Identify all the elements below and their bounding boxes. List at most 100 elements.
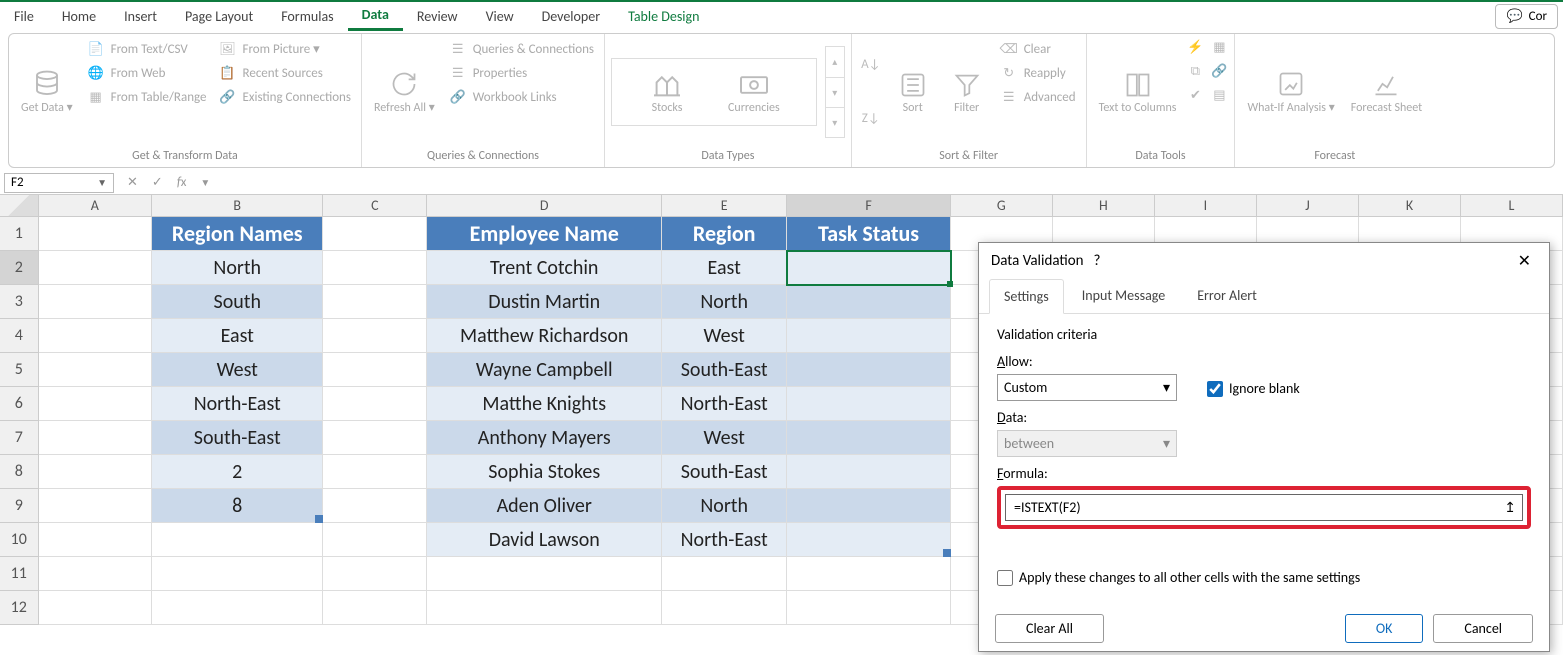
name-box-dropdown-icon[interactable]: ▼	[97, 176, 107, 189]
col-header-D[interactable]: D	[427, 195, 662, 216]
cell-E1[interactable]: Region	[662, 217, 787, 251]
cell-F11[interactable]	[787, 557, 951, 591]
col-header-H[interactable]: H	[1053, 195, 1155, 216]
cell-E2[interactable]: East	[662, 251, 787, 285]
sort-az-button[interactable]: A↓	[858, 53, 884, 75]
cell-F4[interactable]	[787, 319, 951, 353]
cell-A12[interactable]	[39, 591, 153, 625]
cell-D10[interactable]: David Lawson	[427, 523, 662, 557]
cell-C12[interactable]	[323, 591, 427, 625]
fx-dropdown-icon[interactable]: ▼	[197, 176, 213, 189]
cell-B5[interactable]: West	[152, 353, 323, 387]
cell-F10[interactable]	[787, 523, 951, 557]
collapse-dialog-icon[interactable]: ↥	[1504, 499, 1516, 516]
from-picture-button[interactable]: 🖼From Picture ▾	[215, 38, 355, 60]
cell-E10[interactable]: North-East	[662, 523, 787, 557]
recent-sources-button[interactable]: 📋Recent Sources	[215, 62, 355, 84]
cell-B4[interactable]: East	[152, 319, 323, 353]
menu-pagelayout[interactable]: Page Layout	[171, 3, 267, 30]
row-header-1[interactable]: 1	[0, 217, 39, 251]
consolidate-icon[interactable]: ▦	[1210, 38, 1228, 56]
enter-formula-icon[interactable]: ✓	[149, 175, 166, 190]
menu-file[interactable]: File	[0, 3, 48, 30]
row-header-8[interactable]: 8	[0, 455, 39, 489]
cell-B3[interactable]: South	[152, 285, 323, 319]
name-box[interactable]: F2 ▼	[4, 173, 114, 193]
menu-formulas[interactable]: Formulas	[267, 3, 347, 30]
cell-E9[interactable]: North	[662, 489, 787, 523]
cell-F12[interactable]	[787, 591, 951, 625]
tab-input-message[interactable]: Input Message	[1068, 279, 1179, 313]
menu-review[interactable]: Review	[403, 3, 472, 30]
cancel-button[interactable]: Cancel	[1433, 614, 1533, 643]
cell-F3[interactable]	[787, 285, 951, 319]
from-text-csv-button[interactable]: 📄From Text/CSV	[83, 38, 211, 60]
cell-A5[interactable]	[39, 353, 153, 387]
cell-D2[interactable]: Trent Cotchin	[427, 251, 662, 285]
ignore-blank-checkbox[interactable]	[1207, 381, 1223, 397]
cell-A10[interactable]	[39, 523, 153, 557]
cell-E4[interactable]: West	[662, 319, 787, 353]
cell-B11[interactable]	[152, 557, 323, 591]
cell-C10[interactable]	[323, 523, 427, 557]
cell-B7[interactable]: South-East	[152, 421, 323, 455]
apply-all-checkbox[interactable]	[997, 570, 1013, 586]
cell-E11[interactable]	[662, 557, 787, 591]
menu-tabledesign[interactable]: Table Design	[614, 3, 713, 30]
workbook-links-button[interactable]: 🔗Workbook Links	[445, 86, 598, 108]
cell-E7[interactable]: West	[662, 421, 787, 455]
col-header-J[interactable]: J	[1257, 195, 1359, 216]
cell-C5[interactable]	[323, 353, 427, 387]
cell-A1[interactable]	[39, 217, 153, 251]
filter-reapply-button[interactable]: ↻Reapply	[996, 62, 1080, 84]
row-header-11[interactable]: 11	[0, 557, 39, 591]
cell-D9[interactable]: Aden Oliver	[427, 489, 662, 523]
cell-F5[interactable]	[787, 353, 951, 387]
cell-B10[interactable]	[152, 523, 323, 557]
comments-button[interactable]: 💬 Cor	[1495, 4, 1558, 29]
filter-clear-button[interactable]: ⌫Clear	[996, 38, 1080, 60]
from-table-range-button[interactable]: ▦From Table/Range	[83, 86, 211, 108]
col-header-G[interactable]: G	[951, 195, 1053, 216]
stocks-button[interactable]: Stocks	[642, 65, 692, 119]
data-types-scroll[interactable]: ▴ ▾ ▾	[825, 46, 845, 138]
filter-button[interactable]: Filter	[942, 38, 992, 145]
clear-all-button[interactable]: Clear All	[995, 614, 1104, 643]
cell-C1[interactable]	[323, 217, 427, 251]
cell-D12[interactable]	[427, 591, 662, 625]
cell-C7[interactable]	[323, 421, 427, 455]
cell-D1[interactable]: Employee Name	[427, 217, 662, 251]
whatif-button[interactable]: What-If Analysis ▾	[1241, 38, 1340, 145]
col-header-L[interactable]: L	[1461, 195, 1563, 216]
cell-D8[interactable]: Sophia Stokes	[427, 455, 662, 489]
menu-home[interactable]: Home	[48, 3, 110, 30]
row-header-9[interactable]: 9	[0, 489, 39, 523]
cell-C11[interactable]	[323, 557, 427, 591]
cell-B6[interactable]: North-East	[152, 387, 323, 421]
cell-B8[interactable]: 2	[152, 455, 323, 489]
formula-input-field[interactable]	[1012, 497, 1504, 518]
col-header-C[interactable]: C	[323, 195, 427, 216]
row-header-10[interactable]: 10	[0, 523, 39, 557]
menu-developer[interactable]: Developer	[528, 3, 614, 30]
cell-C3[interactable]	[323, 285, 427, 319]
from-web-button[interactable]: 🌐From Web	[83, 62, 211, 84]
scroll-down-icon[interactable]: ▾	[826, 77, 844, 107]
remove-duplicates-icon[interactable]: ⧉	[1186, 62, 1204, 80]
col-header-E[interactable]: E	[662, 195, 787, 216]
cell-F7[interactable]	[787, 421, 951, 455]
cell-D6[interactable]: Matthe Knights	[427, 387, 662, 421]
cell-D7[interactable]: Anthony Mayers	[427, 421, 662, 455]
tab-error-alert[interactable]: Error Alert	[1183, 279, 1271, 313]
cell-F8[interactable]	[787, 455, 951, 489]
cell-D11[interactable]	[427, 557, 662, 591]
manage-data-model-icon[interactable]: ▤	[1210, 86, 1228, 104]
cell-C4[interactable]	[323, 319, 427, 353]
cell-E5[interactable]: South-East	[662, 353, 787, 387]
row-header-6[interactable]: 6	[0, 387, 39, 421]
menu-view[interactable]: View	[472, 3, 528, 30]
cell-D5[interactable]: Wayne Campbell	[427, 353, 662, 387]
cell-A9[interactable]	[39, 489, 153, 523]
cell-A3[interactable]	[39, 285, 153, 319]
cell-F1[interactable]: Task Status	[787, 217, 951, 251]
